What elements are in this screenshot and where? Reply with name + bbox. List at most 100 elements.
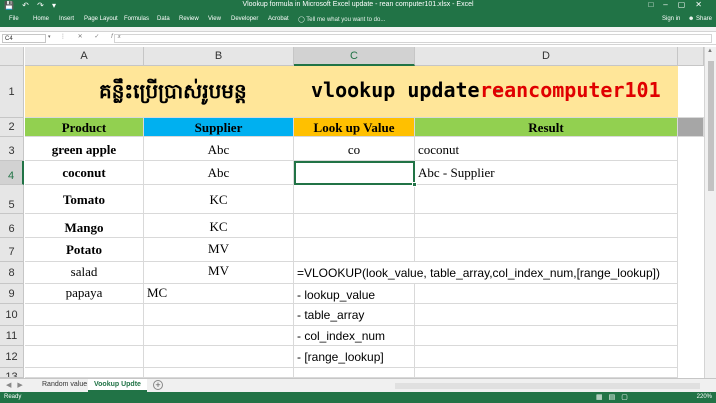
cell-d3-result[interactable]: coconut bbox=[415, 137, 678, 161]
cell-d13[interactable] bbox=[415, 368, 678, 378]
cell-c5[interactable] bbox=[294, 185, 415, 214]
cell-d7[interactable] bbox=[415, 238, 678, 262]
cell-b5[interactable]: KC bbox=[144, 185, 294, 214]
row-header-3[interactable]: 3 bbox=[0, 137, 24, 161]
row-header-8[interactable]: 8 bbox=[0, 262, 24, 284]
cell-d9[interactable] bbox=[415, 284, 678, 304]
cell-b6[interactable]: KC bbox=[144, 214, 294, 238]
cell-d11[interactable] bbox=[415, 326, 678, 346]
add-sheet-icon[interactable]: + bbox=[153, 380, 163, 390]
tab-insert[interactable]: Insert bbox=[59, 16, 74, 22]
cell-b12[interactable] bbox=[144, 346, 294, 368]
cell-b3[interactable]: Abc bbox=[144, 137, 294, 161]
row-header-10[interactable]: 10 bbox=[0, 304, 24, 326]
sheet-nav-arrows[interactable]: ◀▶ bbox=[6, 381, 29, 389]
vertical-scrollbar[interactable]: ▲ bbox=[704, 47, 716, 378]
cell-a10[interactable] bbox=[25, 304, 144, 326]
cell-a9[interactable]: papaya bbox=[25, 284, 144, 304]
cell-a4[interactable]: coconut bbox=[25, 161, 144, 185]
tab-formulas[interactable]: Formulas bbox=[124, 16, 149, 22]
column-header-c[interactable]: C bbox=[294, 47, 415, 66]
row-header-2[interactable]: 2 bbox=[0, 118, 24, 137]
column-header-d[interactable]: D bbox=[415, 47, 678, 66]
cell-b4[interactable]: Abc bbox=[144, 161, 294, 185]
row-header-7[interactable]: 7 bbox=[0, 238, 24, 262]
cell-c11-arg-col-index[interactable]: - col_index_num bbox=[294, 326, 415, 346]
cell-d5[interactable] bbox=[415, 185, 678, 214]
tab-page-layout[interactable]: Page Layout bbox=[84, 16, 118, 22]
cell-a11[interactable] bbox=[25, 326, 144, 346]
cell-b7[interactable]: MV bbox=[144, 238, 294, 262]
cell-a8[interactable]: salad bbox=[25, 262, 144, 284]
cell-d8[interactable] bbox=[415, 262, 678, 284]
row-header-1[interactable]: 1 bbox=[0, 66, 24, 118]
formula-input[interactable] bbox=[114, 34, 712, 43]
cell-c12-arg-range-lookup[interactable]: - [range_lookup] bbox=[294, 346, 415, 368]
view-buttons[interactable]: ▦▤▢ bbox=[596, 393, 634, 401]
cell-a13[interactable] bbox=[25, 368, 144, 378]
select-all-corner[interactable] bbox=[0, 47, 24, 66]
tab-file[interactable]: File bbox=[9, 16, 19, 22]
row-header-4[interactable]: 4 bbox=[0, 161, 24, 185]
tell-me-box[interactable]: ◯ Tell me what you want to do... bbox=[298, 16, 385, 23]
zoom-level[interactable]: 220% bbox=[697, 394, 712, 400]
sheet-tab-vookup-updte[interactable]: Vookup Updte bbox=[88, 379, 147, 392]
column-header-b[interactable]: B bbox=[144, 47, 294, 66]
row-header-5[interactable]: 5 bbox=[0, 185, 24, 214]
cell-d10[interactable] bbox=[415, 304, 678, 326]
sheet-tab-bar: ◀▶ Random value Vookup Updte + bbox=[0, 378, 716, 392]
cell-c8-formula-syntax[interactable]: =VLOOKUP(look_value, table_array,col_ind… bbox=[294, 262, 660, 284]
cell-b10[interactable] bbox=[144, 304, 294, 326]
cell-b11[interactable] bbox=[144, 326, 294, 346]
header-product[interactable]: Product bbox=[25, 118, 144, 137]
cell-d6[interactable] bbox=[415, 214, 678, 238]
tab-acrobat[interactable]: Acrobat bbox=[268, 16, 289, 22]
chevron-down-icon[interactable]: ▾ bbox=[48, 34, 51, 40]
header-lookup-value[interactable]: Look up Value bbox=[294, 118, 415, 137]
cell-b8[interactable]: MV bbox=[144, 262, 294, 284]
tab-home[interactable]: Home bbox=[33, 16, 49, 22]
tab-view[interactable]: View bbox=[208, 16, 221, 22]
title-english-text: vlookup update - bbox=[311, 78, 504, 102]
cell-c13[interactable] bbox=[294, 368, 415, 378]
cell-c7[interactable] bbox=[294, 238, 415, 262]
fill-handle[interactable] bbox=[412, 182, 417, 187]
cell-a12[interactable] bbox=[25, 346, 144, 368]
row-header-11[interactable]: 11 bbox=[0, 326, 24, 346]
sign-in-link[interactable]: Sign in bbox=[662, 16, 680, 22]
cell-c6[interactable] bbox=[294, 214, 415, 238]
window-controls[interactable]: □–▢✕ bbox=[648, 0, 712, 9]
sheet-title-band[interactable]: គន្លឹះប្រើប្រាស់រូបមន្ត vlookup update -… bbox=[25, 66, 678, 118]
cell-a6[interactable]: Mango bbox=[25, 214, 144, 238]
tab-review[interactable]: Review bbox=[179, 16, 199, 22]
column-header-e[interactable] bbox=[678, 47, 704, 66]
cell-b9[interactable]: MC bbox=[144, 284, 294, 304]
sheet-tab-random-value[interactable]: Random value bbox=[36, 379, 93, 392]
cell-c3-lookup-value[interactable]: co bbox=[294, 137, 415, 161]
share-button[interactable]: ☻ Share bbox=[688, 16, 712, 22]
cell-e2[interactable] bbox=[678, 118, 704, 137]
cell-d12[interactable] bbox=[415, 346, 678, 368]
cell-a3[interactable]: green apple bbox=[25, 137, 144, 161]
header-supplier[interactable]: Supplier bbox=[144, 118, 294, 137]
cell-b13[interactable] bbox=[144, 368, 294, 378]
cell-c10-arg-table-array[interactable]: - table_array bbox=[294, 304, 415, 326]
tab-data[interactable]: Data bbox=[157, 16, 170, 22]
row-header-12[interactable]: 12 bbox=[0, 346, 24, 368]
scroll-up-icon[interactable]: ▲ bbox=[707, 48, 713, 54]
cell-a7[interactable]: Potato bbox=[25, 238, 144, 262]
header-result[interactable]: Result bbox=[415, 118, 678, 137]
cell-a5[interactable]: Tomato bbox=[25, 185, 144, 214]
column-header-a[interactable]: A bbox=[25, 47, 144, 66]
formula-bar: C4 ▾ ⋮ ✕ ✓ fx bbox=[0, 32, 716, 45]
row-header-13[interactable]: 13 bbox=[0, 368, 24, 378]
cell-e1[interactable] bbox=[678, 66, 704, 118]
row-header-9[interactable]: 9 bbox=[0, 284, 24, 304]
name-box[interactable]: C4 bbox=[2, 34, 46, 43]
horizontal-scrollbar[interactable] bbox=[395, 383, 700, 389]
tab-developer[interactable]: Developer bbox=[231, 16, 258, 22]
row-header-6[interactable]: 6 bbox=[0, 214, 24, 238]
scrollbar-thumb[interactable] bbox=[708, 61, 714, 191]
cell-d4-result[interactable]: Abc - Supplier bbox=[415, 161, 678, 185]
cell-c9-arg-lookup-value[interactable]: - lookup_value bbox=[294, 284, 415, 304]
